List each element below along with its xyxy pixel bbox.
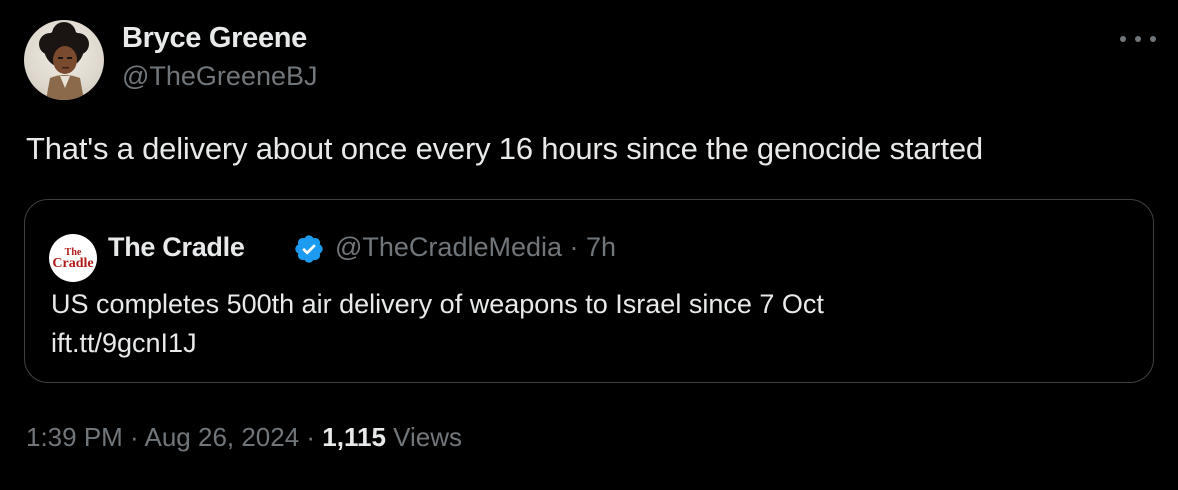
quoted-tweet-text: US completes 500th air delivery of weapo… xyxy=(51,285,824,363)
logo-text-bottom: Cradle xyxy=(52,256,94,271)
tweet-meta: 1:39 PM · Aug 26, 2024 · 1,115 Views xyxy=(26,422,462,453)
quoted-tweet-card[interactable]: The Cradle The Cradle @TheCradleMedia · … xyxy=(24,199,1154,383)
quoted-author-name[interactable]: The Cradle xyxy=(108,232,245,263)
avatar[interactable] xyxy=(24,20,104,100)
tweet-text: That's a delivery about once every 16 ho… xyxy=(26,131,983,166)
author-display-name[interactable]: Bryce Greene xyxy=(122,22,307,55)
tweet-container: Bryce Greene @TheGreeneBJ That's a deliv… xyxy=(0,0,1178,490)
cartoon-avatar-icon xyxy=(39,22,89,100)
more-dot xyxy=(1120,36,1126,42)
timestamp[interactable]: 1:39 PM · Aug 26, 2024 · xyxy=(26,422,322,452)
verified-badge-icon xyxy=(295,235,323,263)
views-count: 1,115 xyxy=(322,422,386,452)
quoted-link[interactable]: ift.tt/9gcnI1J xyxy=(51,324,824,363)
quoted-handle-time[interactable]: @TheCradleMedia · 7h xyxy=(335,232,616,263)
quoted-text-line1: US completes 500th air delivery of weapo… xyxy=(51,289,824,319)
more-dot xyxy=(1150,36,1156,42)
views-label: Views xyxy=(385,422,463,452)
more-dot xyxy=(1135,36,1141,42)
more-horizontal-icon[interactable] xyxy=(1120,28,1156,50)
the-cradle-logo: The Cradle xyxy=(49,234,97,282)
author-handle[interactable]: @TheGreeneBJ xyxy=(122,61,318,92)
